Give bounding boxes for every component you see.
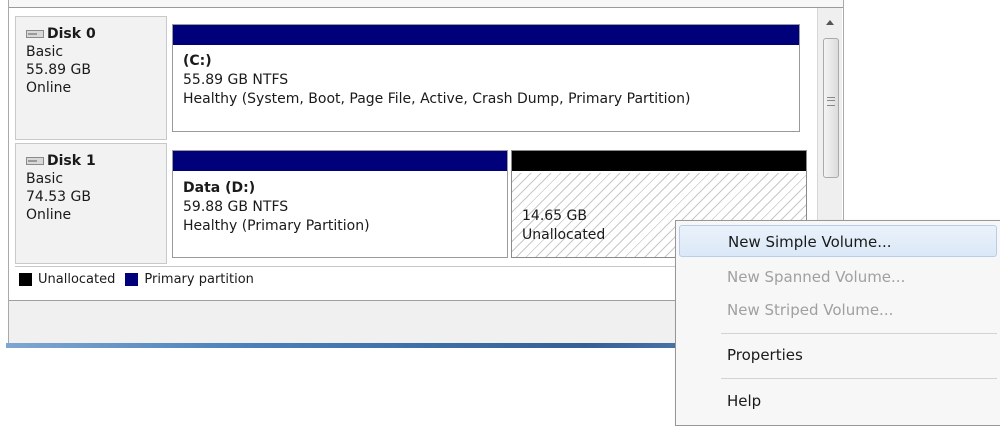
- partition-info: Data (D:) 59.88 GB NTFS Healthy (Primary…: [173, 179, 507, 257]
- partition-status: Healthy (System, Boot, Page File, Active…: [183, 91, 691, 107]
- disk-name: Disk 1: [26, 152, 166, 170]
- menu-item-new-spanned-volume[interactable]: New Spanned Volume...: [679, 261, 997, 293]
- disk-type: Basic: [26, 44, 64, 60]
- disk-name-label: Disk 0: [47, 26, 96, 42]
- menu-item-new-striped-volume[interactable]: New Striped Volume...: [679, 294, 997, 326]
- partition-type-bar: [173, 25, 799, 45]
- disk-name-label: Disk 1: [47, 153, 96, 169]
- menu-separator: [721, 333, 997, 334]
- legend-label-unallocated: Unallocated: [38, 271, 116, 287]
- disk-status: Online: [26, 80, 72, 96]
- partition-c[interactable]: (C:) 55.89 GB NTFS Healthy (System, Boot…: [172, 24, 800, 132]
- disk-status: Online: [26, 207, 72, 223]
- context-menu: New Simple Volume... New Spanned Volume.…: [675, 220, 1000, 426]
- disk-name: Disk 0: [26, 25, 166, 43]
- legend-swatch-unallocated: [19, 272, 32, 286]
- menu-item-help[interactable]: Help: [679, 385, 997, 417]
- legend-swatch-primary: [125, 272, 139, 286]
- partition-size-fs: 59.88 GB NTFS: [183, 199, 289, 215]
- menu-item-properties[interactable]: Properties: [679, 339, 997, 371]
- partition-title: Data (D:): [183, 180, 256, 196]
- scroll-up-arrow-icon[interactable]: [826, 20, 834, 25]
- partition-status: Healthy (Primary Partition): [183, 218, 370, 234]
- legend-label-primary: Primary partition: [144, 271, 254, 287]
- partition-size-fs: 55.89 GB NTFS: [183, 72, 289, 88]
- scroll-thumb[interactable]: [823, 38, 839, 178]
- disk-type: Basic: [26, 171, 64, 187]
- pane-top-border: [9, 0, 843, 8]
- disk-label-1[interactable]: Disk 1 Basic 74.53 GB Online: [15, 143, 167, 264]
- disk-label-0[interactable]: Disk 0 Basic 55.89 GB Online: [15, 16, 167, 140]
- disk-drive-icon: [26, 29, 44, 39]
- partition-title: (C:): [183, 53, 212, 69]
- partition-info: (C:) 55.89 GB NTFS Healthy (System, Boot…: [173, 52, 799, 131]
- disk-size: 55.89 GB: [26, 62, 91, 78]
- disk-drive-icon: [26, 156, 44, 166]
- partition-type-bar: [173, 151, 507, 171]
- partition-d[interactable]: Data (D:) 59.88 GB NTFS Healthy (Primary…: [172, 150, 508, 258]
- grip-icon: [827, 97, 835, 106]
- partition-type-bar: [512, 151, 806, 171]
- menu-item-new-simple-volume[interactable]: New Simple Volume...: [679, 225, 997, 257]
- disk-size: 74.53 GB: [26, 189, 91, 205]
- menu-separator: [721, 378, 997, 379]
